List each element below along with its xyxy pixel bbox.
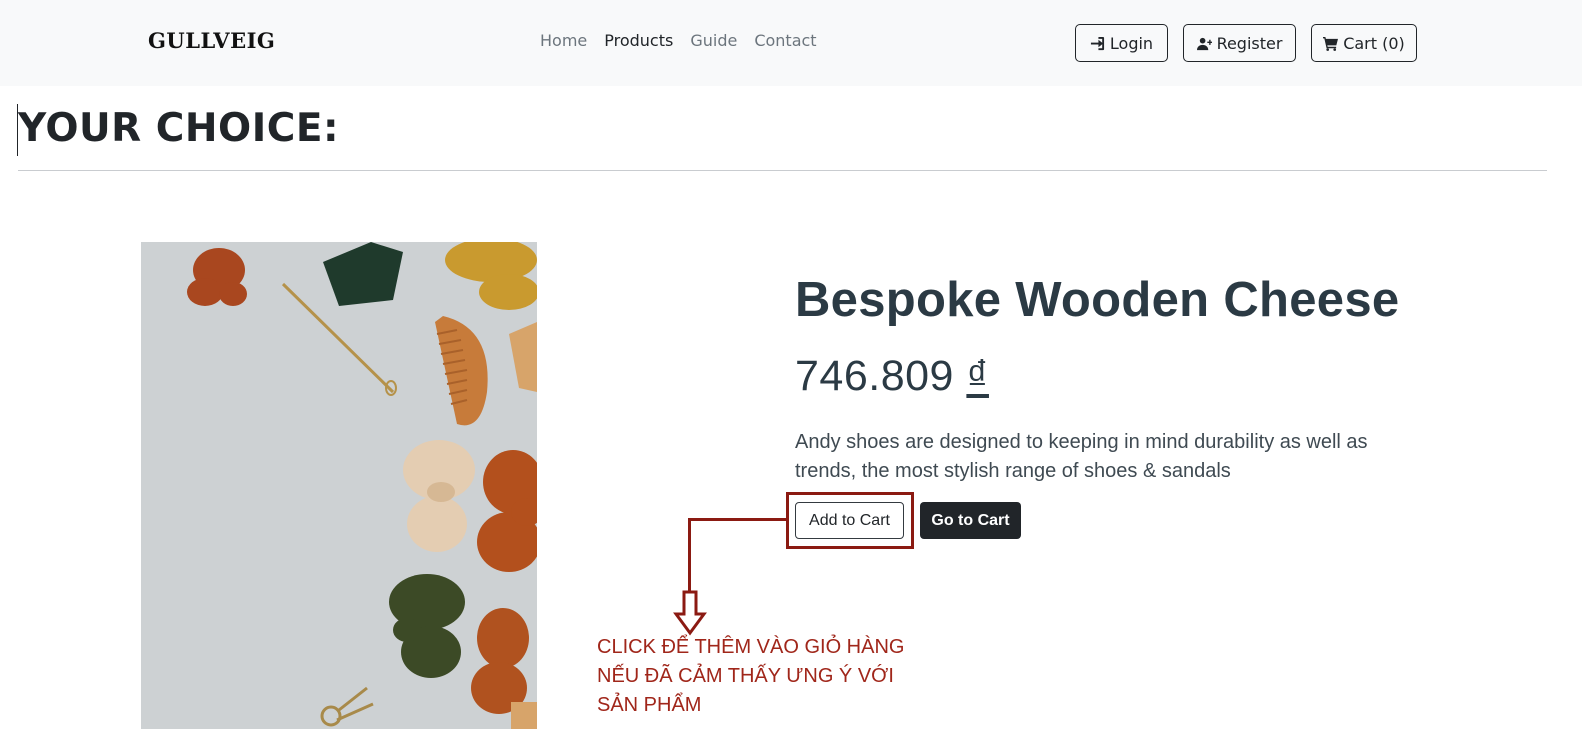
user-plus-icon [1196,37,1212,50]
product-description: Andy shoes are designed to keeping in mi… [795,431,1368,482]
register-label: Register [1216,33,1283,53]
nav-links: Home Products Guide Contact [540,31,817,50]
cart-label: Cart (0) [1343,33,1405,53]
go-to-cart-button[interactable]: Go to Cart [920,502,1021,539]
register-button[interactable]: Register [1183,24,1296,62]
annotation-connector-horizontal [688,518,786,521]
annotation-arrow-down-icon [673,590,707,636]
annotation-connector-vertical [688,518,691,594]
nav-link-home[interactable]: Home [540,31,587,50]
nav-link-contact[interactable]: Contact [754,31,816,50]
login-label: Login [1109,33,1154,53]
navbar: GULLVEIG Home Products Guide Contact Log… [0,0,1582,86]
sign-in-icon [1090,36,1104,50]
page-title: YOUR CHOICE: [18,106,340,151]
divider [18,170,1547,171]
cart-icon [1323,36,1339,51]
annotation-line: CLICK ĐỂ THÊM VÀO GIỎ HÀNG [597,636,905,658]
yarn-photo [141,242,537,729]
annotation-highlight-box [786,492,914,549]
annotation-text: CLICK ĐỂ THÊM VÀO GIỎ HÀNG NẾU ĐÃ CẢM TH… [597,633,927,720]
cart-button[interactable]: Cart (0) [1311,24,1417,62]
nav-link-guide[interactable]: Guide [690,31,737,50]
annotation-line: NẾU ĐÃ CẢM THẤY ƯNG Ý VỚI [597,665,894,687]
product-image [141,242,537,729]
annotation-line: SẢN PHẨM [597,694,702,716]
product-name: Bespoke Wooden Cheese [795,273,1400,327]
price-currency: ₫ [966,352,989,400]
login-button[interactable]: Login [1075,24,1168,62]
brand-logo[interactable]: GULLVEIG [148,28,275,53]
product-price: 746.809 ₫ [795,352,989,401]
nav-link-products[interactable]: Products [604,31,673,50]
price-value: 746.809 [795,352,954,400]
